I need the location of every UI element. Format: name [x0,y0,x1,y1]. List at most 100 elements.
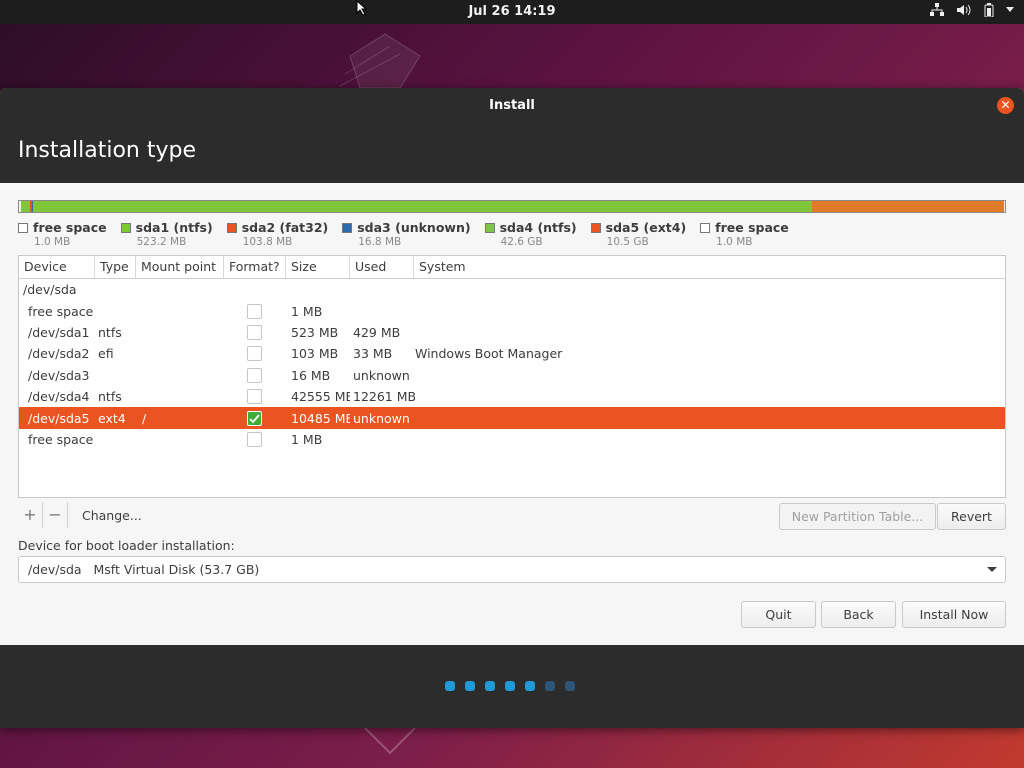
legend-label: free space [33,220,107,235]
mouse-pointer-icon [356,0,368,16]
cell-format [225,389,285,405]
cell-size: 1 MB [291,431,323,447]
cell-format [225,346,285,362]
cell-used: unknown [353,410,410,426]
progress-dot [465,681,475,691]
new-partition-table-button[interactable]: New Partition Table... [779,503,936,530]
table-rows: free space 1 MB/dev/sda1 ntfs 523 MB 429 MB /… [19,300,1005,450]
cell-system: Windows Boot Manager [415,346,563,362]
partition-bar-segment [812,201,1005,212]
legend-item: sda2 (fat32) 103.8 MB [226,220,328,248]
disk-label: /dev/sda [23,282,77,298]
legend-size: 523.2 MB [136,236,187,248]
progress-dot [445,681,455,691]
dropdown-arrow-icon [987,567,997,572]
install-now-button[interactable]: Install Now [902,601,1006,628]
table-row[interactable]: free space 1 MB [19,429,1005,450]
column-header-format[interactable]: Format? [224,256,286,278]
cell-device: free space [28,303,94,319]
cell-type: efi [98,346,114,362]
page-title: Installation type [18,138,196,163]
top-panel: Jul 26 14:19 [0,0,1024,24]
cell-format [225,303,285,319]
partition-table[interactable]: Device Type Mount point Format? Size Use… [18,255,1006,498]
partition-bar-segment [1004,201,1005,212]
installer-footer [0,645,1024,728]
partition-bar-segment [20,201,31,212]
clock[interactable]: Jul 26 14:19 [0,4,1024,19]
format-checkbox[interactable] [247,346,262,362]
cell-format [225,431,285,447]
legend-swatch [590,222,601,233]
battery-icon[interactable] [984,3,994,17]
column-header-used[interactable]: Used [350,256,414,278]
cell-type: ntfs [98,389,122,405]
cell-device: /dev/sda1 [28,324,90,340]
cell-type: ntfs [98,324,122,340]
cell-used: unknown [353,367,410,383]
legend-item: sda5 (ext4) 10.5 GB [590,220,687,248]
progress-dot [485,681,495,691]
quit-button[interactable]: Quit [741,601,816,628]
format-checkbox[interactable] [247,303,262,319]
format-checkbox[interactable] [247,389,262,405]
table-row[interactable]: /dev/sda4 ntfs 42555 MB 12261 MB [19,386,1005,407]
bootloader-device-value: /dev/sda Msft Virtual Disk (53.7 GB) [28,562,260,577]
add-partition-button[interactable]: + [18,502,43,528]
format-checkbox[interactable] [247,324,262,340]
bootloader-label: Device for boot loader installation: [18,538,235,553]
page-header: Installation type [0,122,1024,183]
format-checkbox[interactable] [247,410,262,426]
cell-size: 1 MB [291,303,323,319]
table-row-disk[interactable]: /dev/sda [19,279,1005,300]
table-row[interactable]: /dev/sda5 ext4 / 10485 MB unknown [19,407,1005,429]
format-checkbox[interactable] [247,367,262,383]
column-header-size[interactable]: Size [286,256,350,278]
cell-type: ext4 [98,410,126,426]
close-button[interactable]: ✕ [997,97,1014,114]
legend-label: sda1 (ntfs) [135,220,213,235]
column-header-mount[interactable]: Mount point [136,256,224,278]
legend-size: 16.8 MB [358,236,402,248]
network-icon[interactable] [930,3,944,17]
legend-swatch [342,222,353,233]
legend-item: free space 1.0 MB [18,220,107,248]
table-row[interactable]: free space 1 MB [19,300,1005,321]
cell-device: /dev/sda2 [28,346,90,362]
table-row[interactable]: /dev/sda1 ntfs 523 MB 429 MB [19,322,1005,343]
column-header-device[interactable]: Device [19,256,95,278]
bootloader-device-select[interactable]: /dev/sda Msft Virtual Disk (53.7 GB) [18,556,1006,583]
legend-label: sda3 (unknown) [357,220,471,235]
legend-size: 1.0 MB [34,236,71,248]
table-row[interactable]: /dev/sda3 16 MB unknown [19,365,1005,386]
cell-device: /dev/sda3 [28,367,90,383]
progress-dot [505,681,515,691]
legend-swatch [120,222,131,233]
remove-partition-button[interactable]: − [43,502,68,528]
column-header-system[interactable]: System [414,256,1005,278]
legend-label: sda4 (ntfs) [499,220,577,235]
legend-swatch [226,222,237,233]
cell-mount: / [142,410,147,426]
cell-size: 523 MB [291,324,339,340]
partition-legend: free space 1.0 MB sda1 (ntfs) 523.2 MB sda2 … [18,220,803,248]
cell-device: /dev/sda5 [28,410,90,426]
table-row[interactable]: /dev/sda2 efi 103 MB 33 MB Windows Boot Mana… [19,343,1005,364]
cell-format [225,324,285,340]
partition-toolbar: + − Change... [18,501,142,529]
legend-size: 103.8 MB [242,236,293,248]
cell-size: 42555 MB [291,389,350,405]
legend-swatch [700,222,711,233]
progress-dot [565,681,575,691]
back-button[interactable]: Back [821,601,896,628]
volume-icon[interactable] [956,3,972,17]
format-checkbox[interactable] [247,431,262,447]
system-menu-arrow-icon[interactable] [1006,7,1014,13]
system-tray[interactable] [930,3,1014,17]
title-bar[interactable]: Install ✕ [0,88,1024,122]
column-header-type[interactable]: Type [95,256,136,278]
revert-button[interactable]: Revert [937,503,1006,530]
legend-item: sda3 (unknown) 16.8 MB [342,220,471,248]
change-partition-button[interactable]: Change... [68,508,142,523]
legend-label: sda5 (ext4) [605,220,687,235]
